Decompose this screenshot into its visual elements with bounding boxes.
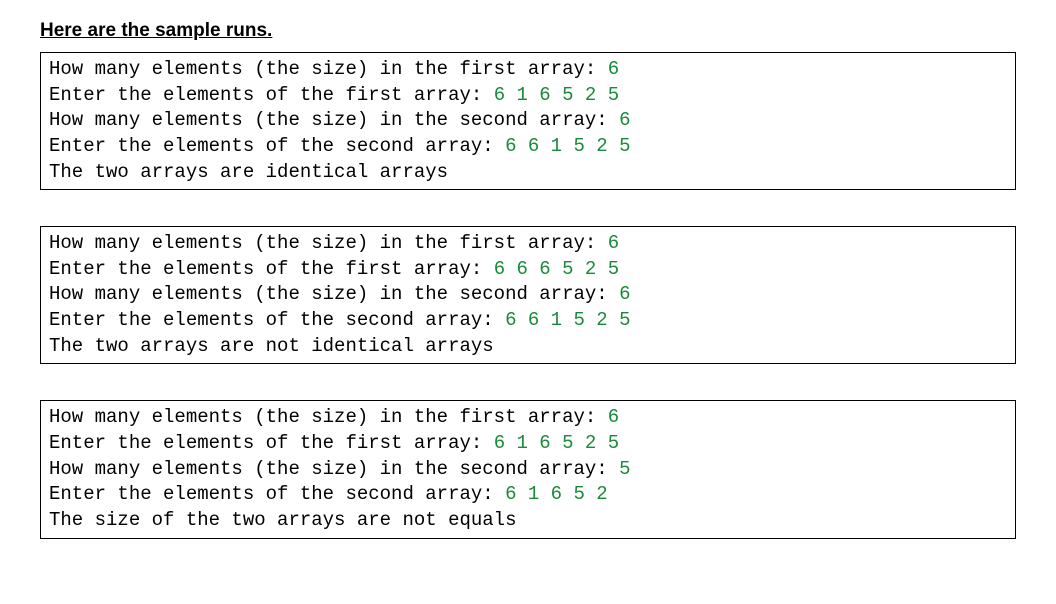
prompt-text: Enter the elements of the first array: [49, 84, 494, 106]
sample-line: Enter the elements of the second array: … [49, 134, 1007, 160]
sample-line: How many elements (the size) in the firs… [49, 405, 1007, 431]
prompt-text: How many elements (the size) in the seco… [49, 109, 619, 131]
sample-run-box: How many elements (the size) in the firs… [40, 226, 1016, 364]
prompt-text: How many elements (the size) in the seco… [49, 458, 619, 480]
input-value: 6 6 6 5 2 5 [494, 258, 619, 280]
prompt-text: How many elements (the size) in the firs… [49, 406, 608, 428]
input-value: 6 [619, 283, 630, 305]
sample-line: The two arrays are identical arrays [49, 160, 1007, 186]
input-value: 6 [608, 58, 619, 80]
input-value: 6 1 6 5 2 5 [494, 432, 619, 454]
prompt-text: Enter the elements of the first array: [49, 432, 494, 454]
input-value: 5 [619, 458, 630, 480]
prompt-text: How many elements (the size) in the firs… [49, 232, 608, 254]
prompt-text: Enter the elements of the second array: [49, 135, 505, 157]
sample-line: The size of the two arrays are not equal… [49, 508, 1007, 534]
input-value: 6 6 1 5 2 5 [505, 135, 630, 157]
prompt-text: How many elements (the size) in the firs… [49, 58, 608, 80]
prompt-text: The two arrays are not identical arrays [49, 335, 494, 357]
sample-line: How many elements (the size) in the seco… [49, 282, 1007, 308]
prompt-text: Enter the elements of the first array: [49, 258, 494, 280]
input-value: 6 [608, 232, 619, 254]
sample-line: Enter the elements of the first array: 6… [49, 257, 1007, 283]
sample-line: The two arrays are not identical arrays [49, 334, 1007, 360]
sample-line: How many elements (the size) in the firs… [49, 57, 1007, 83]
input-value: 6 1 6 5 2 [505, 483, 608, 505]
sample-line: Enter the elements of the second array: … [49, 482, 1007, 508]
sample-line: How many elements (the size) in the seco… [49, 457, 1007, 483]
prompt-text: The size of the two arrays are not equal… [49, 509, 516, 531]
sample-line: How many elements (the size) in the firs… [49, 231, 1007, 257]
prompt-text: Enter the elements of the second array: [49, 309, 505, 331]
input-value: 6 6 1 5 2 5 [505, 309, 630, 331]
sample-line: How many elements (the size) in the seco… [49, 108, 1007, 134]
prompt-text: How many elements (the size) in the seco… [49, 283, 619, 305]
sample-line: Enter the elements of the second array: … [49, 308, 1007, 334]
input-value: 6 1 6 5 2 5 [494, 84, 619, 106]
section-heading: Here are the sample runs. [40, 20, 1016, 42]
input-value: 6 [608, 406, 619, 428]
sample-run-box: How many elements (the size) in the firs… [40, 52, 1016, 190]
sample-line: Enter the elements of the first array: 6… [49, 83, 1007, 109]
input-value: 6 [619, 109, 630, 131]
prompt-text: The two arrays are identical arrays [49, 161, 448, 183]
sample-run-box: How many elements (the size) in the firs… [40, 400, 1016, 538]
prompt-text: Enter the elements of the second array: [49, 483, 505, 505]
sample-line: Enter the elements of the first array: 6… [49, 431, 1007, 457]
